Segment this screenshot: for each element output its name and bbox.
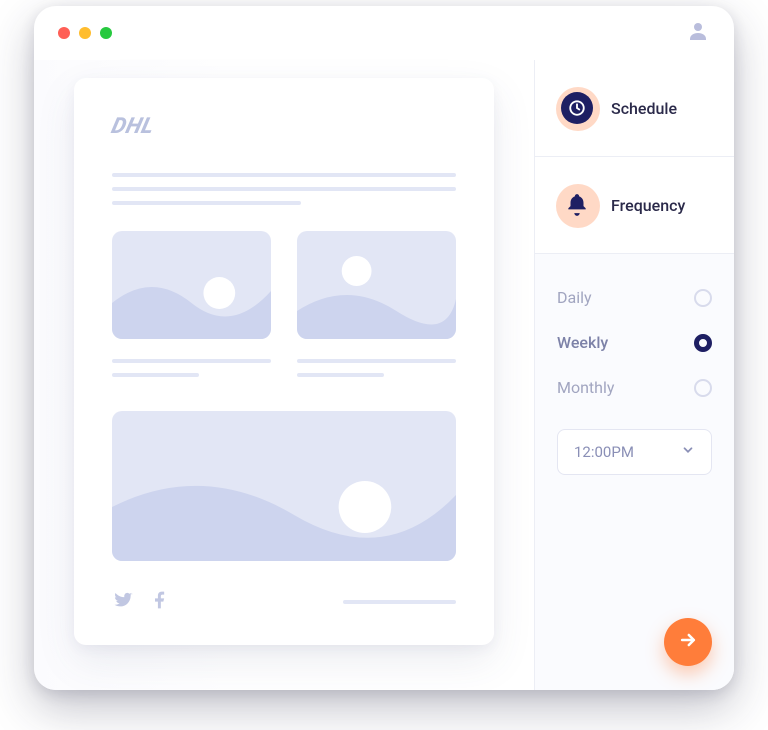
placeholder-line: [112, 187, 456, 191]
window-minimize-dot[interactable]: [79, 27, 91, 39]
window-titlebar: [34, 6, 734, 60]
placeholder-line: [297, 359, 456, 363]
settings-panel: Schedule Frequency Daily Weekly Mon: [534, 60, 734, 690]
placeholder-line: [112, 173, 456, 177]
app-window: DHL: [34, 6, 734, 690]
clock-icon: [559, 90, 595, 126]
time-select[interactable]: 12:00PM: [557, 429, 712, 475]
frequency-label: Frequency: [611, 196, 685, 215]
placeholder-line: [112, 201, 301, 205]
placeholder-line: [297, 373, 384, 377]
schedule-label: Schedule: [611, 99, 677, 118]
time-value: 12:00PM: [574, 443, 634, 461]
image-placeholder: [297, 231, 456, 339]
chevron-down-icon: [681, 443, 695, 461]
image-placeholder-wide: [112, 411, 456, 561]
placeholder-line: [112, 359, 271, 363]
option-label: Weekly: [557, 333, 608, 352]
image-placeholder: [112, 231, 271, 339]
frequency-option[interactable]: Frequency: [535, 157, 734, 254]
frequency-option-weekly[interactable]: Weekly: [557, 333, 712, 352]
window-close-dot[interactable]: [58, 27, 70, 39]
preview-footer: [112, 589, 456, 615]
facebook-icon[interactable]: [150, 590, 170, 614]
brand-logo: DHL: [109, 114, 157, 139]
placeholder-line: [112, 373, 199, 377]
avatar-icon[interactable]: [686, 19, 710, 47]
window-zoom-dot[interactable]: [100, 27, 112, 39]
option-label: Monthly: [557, 378, 614, 397]
radio-indicator: [694, 289, 712, 307]
twitter-icon[interactable]: [112, 589, 134, 615]
arrow-right-icon: [678, 630, 698, 654]
radio-indicator: [694, 334, 712, 352]
option-label: Daily: [557, 288, 592, 307]
bell-icon: [559, 187, 595, 223]
radio-indicator: [694, 379, 712, 397]
placeholder-line: [343, 600, 456, 604]
caption-row: [112, 349, 456, 387]
preview-pane: DHL: [34, 60, 534, 690]
frequency-option-monthly[interactable]: Monthly: [557, 378, 712, 397]
image-row: [112, 231, 456, 339]
content: DHL: [34, 60, 734, 690]
frequency-controls: Daily Weekly Monthly 12:00PM: [535, 254, 734, 690]
email-preview-card: DHL: [74, 78, 494, 645]
frequency-option-daily[interactable]: Daily: [557, 288, 712, 307]
schedule-option[interactable]: Schedule: [535, 60, 734, 157]
footer-line: [186, 590, 456, 614]
next-button[interactable]: [664, 618, 712, 666]
